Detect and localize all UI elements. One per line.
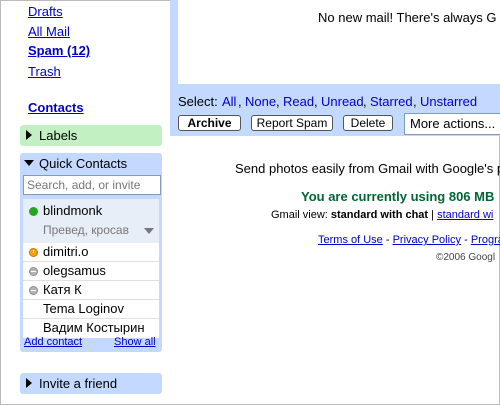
separator: - bbox=[382, 234, 393, 246]
contact-name: Tema Loginov bbox=[43, 301, 124, 316]
select-unstarred-link[interactable]: Unstarred bbox=[420, 94, 477, 109]
archive-button[interactable]: Archive bbox=[178, 115, 241, 131]
collapse-arrow-icon[interactable] bbox=[24, 160, 34, 166]
separator: , bbox=[238, 94, 242, 109]
contact-row[interactable]: olegsamus bbox=[23, 262, 159, 281]
privacy-link[interactable]: Privacy Policy bbox=[393, 234, 461, 246]
contact-name: dimitri.o bbox=[43, 244, 89, 259]
more-actions-label: More actions... bbox=[410, 116, 496, 131]
online-status-icon bbox=[29, 207, 38, 216]
nav-spam-link[interactable]: Spam (12) bbox=[28, 43, 90, 58]
labels-section[interactable]: Labels bbox=[20, 125, 162, 146]
nav-drafts-link[interactable]: Drafts bbox=[28, 4, 63, 19]
gmail-view-bar: Gmail view: standard with chat | standar… bbox=[271, 209, 493, 221]
report-spam-button[interactable]: Report Spam bbox=[251, 115, 333, 131]
separator: , bbox=[276, 94, 280, 109]
show-all-link[interactable]: Show all bbox=[114, 336, 156, 348]
idle-status-icon bbox=[29, 248, 38, 257]
separator: , bbox=[363, 94, 367, 109]
nav-all-mail-link[interactable]: All Mail bbox=[28, 24, 70, 39]
offline-status-icon bbox=[29, 286, 38, 295]
storage-usage: You are currently using 806 MB bbox=[301, 189, 495, 204]
status-dropdown-icon[interactable] bbox=[144, 228, 154, 234]
gmail-view-current: standard with chat bbox=[330, 209, 429, 221]
select-unread-link[interactable]: Unread bbox=[321, 94, 364, 109]
gmail-view-label: Gmail view: bbox=[271, 209, 328, 221]
contact-name: Катя К bbox=[43, 282, 82, 297]
copyright: ©2006 Googl bbox=[436, 252, 496, 263]
select-none-link[interactable]: Nоne bbox=[245, 94, 276, 109]
select-read-link[interactable]: Read bbox=[283, 94, 314, 109]
contact-name: olegsamus bbox=[43, 263, 106, 278]
select-label: Select: bbox=[178, 94, 218, 109]
separator: - bbox=[461, 234, 471, 246]
separator: , bbox=[314, 94, 318, 109]
status-message[interactable]: Превед, кросав bbox=[43, 223, 129, 237]
expand-arrow-icon bbox=[26, 130, 32, 140]
select-starred-link[interactable]: Starred bbox=[370, 94, 413, 109]
separator: , bbox=[413, 94, 417, 109]
contact-name: Вадим Костырин bbox=[43, 320, 145, 335]
invite-friend-title: Invite a friend bbox=[39, 376, 118, 391]
invite-friend-section[interactable]: Invite a friend bbox=[20, 373, 162, 394]
contact-row[interactable]: Вадим Костырин bbox=[23, 319, 159, 337]
no-mail-message: No new mail! There's always G bbox=[318, 10, 497, 25]
footer-links: Terms of Use - Privacy Policy - Progra bbox=[318, 234, 500, 246]
self-status-area: blindmonk Превед, кросав bbox=[23, 199, 159, 243]
separator: | bbox=[431, 209, 435, 221]
select-all-link[interactable]: All bbox=[222, 94, 236, 109]
self-name: blindmonk bbox=[43, 203, 103, 218]
nav-trash-link[interactable]: Trash bbox=[28, 64, 61, 79]
contact-row[interactable]: dimitri.o bbox=[23, 243, 159, 262]
quick-contacts-panel: Quick Contacts blindmonk Превед, кросав … bbox=[20, 153, 162, 352]
program-link[interactable]: Progra bbox=[471, 234, 500, 246]
quick-contacts-title: Quick Contacts bbox=[39, 156, 128, 171]
contact-list: dimitri.o olegsamus Катя К Tema Loginov … bbox=[23, 243, 159, 338]
more-actions-select[interactable]: More actions... bbox=[404, 113, 500, 135]
delete-button[interactable]: Delete bbox=[343, 115, 393, 131]
terms-link[interactable]: Terms of Use bbox=[318, 234, 383, 246]
contact-search-input[interactable] bbox=[23, 175, 161, 195]
contact-row[interactable]: Tema Loginov bbox=[23, 300, 159, 319]
gmail-view-alt-link[interactable]: standard wi bbox=[437, 209, 493, 221]
promo-text: Send photos easily from Gmail with Googl… bbox=[235, 161, 500, 176]
labels-title: Labels bbox=[39, 128, 78, 143]
add-contact-link[interactable]: Add contact bbox=[24, 336, 82, 348]
contact-row[interactable]: Катя К bbox=[23, 281, 159, 300]
expand-arrow-icon bbox=[26, 378, 32, 388]
offline-status-icon bbox=[29, 267, 38, 276]
nav-contacts-link[interactable]: Contacts bbox=[28, 100, 84, 115]
